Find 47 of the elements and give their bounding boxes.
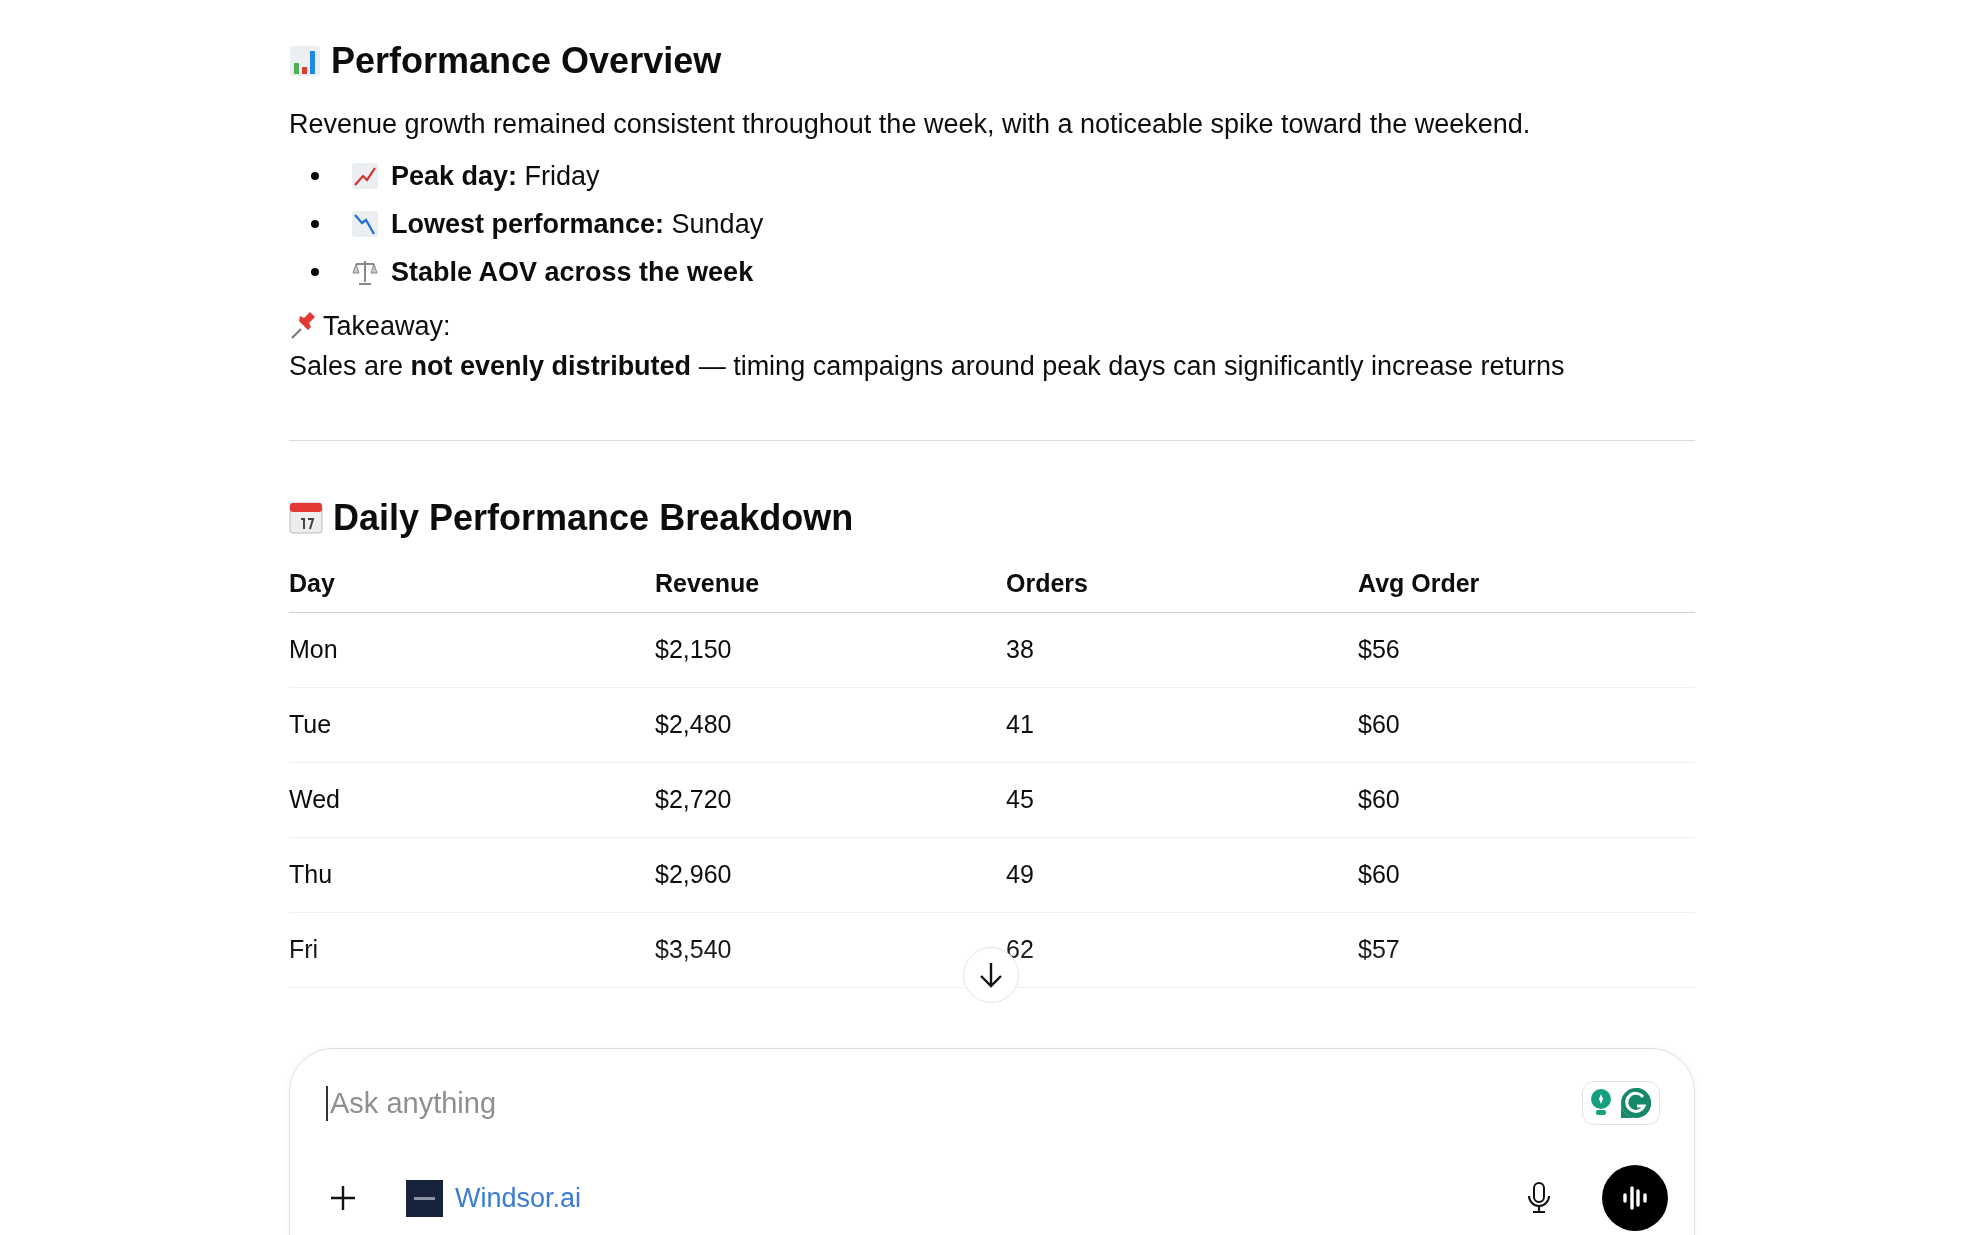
- microphone-button[interactable]: [1526, 1181, 1552, 1215]
- assistant-logo-icon: [1619, 1086, 1653, 1120]
- pushpin-icon: [289, 312, 317, 340]
- section-heading: Daily Performance Breakdown: [333, 497, 854, 539]
- bullet-dot: [311, 172, 319, 180]
- bullet-text: Peak day: Friday: [391, 160, 600, 193]
- table-cell: 49: [1006, 838, 1358, 913]
- table-cell: 41: [1006, 688, 1358, 763]
- column-header: Avg Order: [1358, 559, 1695, 613]
- column-header: Orders: [1006, 559, 1358, 613]
- table-cell: Wed: [289, 763, 655, 838]
- table-cell: 38: [1006, 613, 1358, 688]
- table-cell: $2,720: [655, 763, 1006, 838]
- table-cell: Thu: [289, 838, 655, 913]
- bullet-text: Lowest performance: Sunday: [391, 208, 764, 241]
- takeaway-label: Takeaway:: [323, 310, 451, 343]
- bar-chart-icon: [289, 45, 321, 77]
- column-header: Revenue: [655, 559, 1006, 613]
- table-cell: $56: [1358, 613, 1695, 688]
- arrow-down-icon: [978, 961, 1004, 989]
- table-cell: Tue: [289, 688, 655, 763]
- section-heading: Performance Overview: [331, 40, 722, 82]
- connector-logo-icon: [406, 1179, 443, 1217]
- table-cell: $60: [1358, 688, 1695, 763]
- table-cell: $60: [1358, 838, 1695, 913]
- calendar-icon: [289, 501, 323, 535]
- table-cell: Mon: [289, 613, 655, 688]
- trending-down-icon: [351, 210, 379, 238]
- bullet-dot: [311, 220, 319, 228]
- table-cell: $2,150: [655, 613, 1006, 688]
- table-cell: $57: [1358, 913, 1695, 988]
- table-cell: $60: [1358, 763, 1695, 838]
- balance-scale-icon: [351, 258, 379, 286]
- table-cell: 45: [1006, 763, 1358, 838]
- bullet-dot: [311, 268, 319, 276]
- lightbulb-icon: [1589, 1088, 1613, 1118]
- table-cell: Fri: [289, 913, 655, 988]
- table-cell: $2,480: [655, 688, 1006, 763]
- bullet-text: Stable AOV across the week: [391, 256, 754, 289]
- takeaway-text: Sales are not evenly distributed — timing campaigns around peak days can significantly increase returns: [289, 350, 1566, 383]
- table-cell: $2,960: [655, 838, 1006, 913]
- connector-link[interactable]: Windsor.ai: [406, 1179, 582, 1217]
- sound-wave-icon: [1620, 1185, 1650, 1211]
- intro-paragraph: Revenue growth remained consistent throughout the week, with a noticeable spike toward the weekend.: [289, 108, 1532, 141]
- trending-up-icon: [351, 162, 379, 190]
- column-header: Day: [289, 559, 655, 613]
- grammar-assistant-badge[interactable]: [1582, 1081, 1660, 1125]
